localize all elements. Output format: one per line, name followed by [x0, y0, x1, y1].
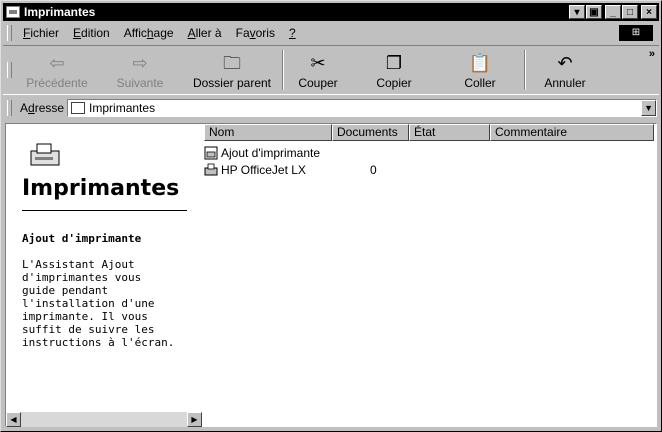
paste-button[interactable]: 📋 Coller	[436, 47, 524, 93]
printers-folder-icon	[71, 102, 86, 114]
toolbar-grip[interactable]	[7, 62, 12, 78]
pane-subtitle: Ajout d'imprimante	[22, 232, 142, 245]
toolbar: ⇦ Précédente ⇨ Suivante 🗀 Dossier parent…	[3, 45, 659, 95]
explorer-window: Imprimantes ▾ ▣ _ □ × Fichier Edition Af…	[0, 0, 662, 432]
toolbar-more-chevron[interactable]: »	[649, 48, 655, 60]
file-list: Nom Documents État Commentaire Ajout d'i…	[204, 124, 656, 426]
parent-folder-button[interactable]: 🗀 Dossier parent	[182, 47, 282, 93]
item-name: Ajout d'imprimante	[221, 146, 320, 160]
scroll-right-button[interactable]: ▶	[187, 412, 202, 427]
close-button[interactable]: ×	[641, 5, 657, 19]
parent-folder-label: Dossier parent	[192, 76, 272, 90]
list-item[interactable]: HP OfficeJet LX 0	[204, 162, 377, 178]
cut-button[interactable]: ✂ Couper	[284, 47, 352, 93]
address-dropdown-button[interactable]: ▼	[641, 100, 657, 116]
printer-icon	[30, 143, 60, 166]
parent-folder-icon: 🗀	[223, 53, 241, 73]
horizontal-scrollbar[interactable]: ◀ ▶	[6, 412, 202, 427]
forward-label: Suivante	[116, 76, 164, 90]
web-view-pane: Imprimantes Ajout d'imprimante L'Assista…	[6, 124, 202, 412]
maximize-button[interactable]: □	[622, 5, 638, 19]
clipboard-icon: 📋	[468, 53, 492, 73]
back-label: Précédente	[26, 76, 88, 90]
column-header-nom[interactable]: Nom	[204, 124, 332, 141]
list-item[interactable]: Ajout d'imprimante	[204, 145, 320, 161]
undo-icon: ↶	[557, 53, 573, 73]
back-button[interactable]: ⇦ Précédente	[16, 47, 98, 93]
column-header-etat[interactable]: État	[409, 124, 490, 141]
menu-help[interactable]: ?	[282, 26, 303, 40]
copy-button[interactable]: ❐ Copier	[352, 47, 436, 93]
forward-button[interactable]: ⇨ Suivante	[98, 47, 182, 93]
undo-button[interactable]: ↶ Annuler	[526, 47, 604, 93]
back-arrow-icon: ⇦	[49, 53, 65, 73]
copy-label: Copier	[376, 76, 412, 90]
menu-bar: Fichier Edition Affichage Aller à Favori…	[3, 23, 659, 43]
column-headers: Nom Documents État Commentaire	[204, 124, 654, 141]
scroll-left-button[interactable]: ◀	[6, 412, 21, 427]
address-bar: Adresse Imprimantes ▼	[3, 97, 659, 119]
window-title: Imprimantes	[24, 5, 96, 19]
paste-label: Coller	[464, 76, 496, 90]
add-printer-icon	[204, 146, 218, 160]
address-label: Adresse	[20, 101, 65, 115]
restore-icon-button[interactable]: ▣	[586, 5, 602, 19]
pane-description: L'Assistant Ajout d'imprimantes vous gui…	[22, 258, 175, 349]
windows-logo-icon: ⊞	[619, 25, 653, 41]
title-divider	[22, 210, 187, 211]
copy-icon: ❐	[385, 53, 403, 73]
menu-edition[interactable]: Edition	[66, 26, 117, 40]
content-area: Imprimantes Ajout d'imprimante L'Assista…	[5, 123, 657, 427]
addressbar-grip[interactable]	[7, 100, 12, 116]
pane-title: Imprimantes	[22, 176, 180, 201]
menu-favoris[interactable]: Favoris	[229, 26, 282, 40]
menu-affichage[interactable]: Affichage	[117, 26, 181, 40]
item-name: HP OfficeJet LX	[221, 163, 306, 177]
cut-label: Couper	[298, 76, 338, 90]
title-bar[interactable]: Imprimantes ▾ ▣ _ □ ×	[3, 3, 659, 21]
menu-aller-a[interactable]: Aller à	[181, 26, 229, 40]
printer-icon	[204, 163, 218, 176]
address-value: Imprimantes	[89, 101, 156, 115]
undo-label: Annuler	[544, 76, 586, 90]
column-header-documents[interactable]: Documents	[332, 124, 409, 141]
column-header-commentaire[interactable]: Commentaire	[490, 124, 654, 141]
folder-printer-icon	[6, 6, 20, 18]
minimize-button[interactable]: _	[605, 5, 621, 19]
menu-arrow-button[interactable]: ▾	[569, 5, 585, 19]
menu-fichier[interactable]: Fichier	[16, 26, 66, 40]
menubar-grip[interactable]	[7, 25, 12, 41]
item-documents: 0	[370, 163, 377, 177]
forward-arrow-icon: ⇨	[132, 53, 148, 73]
scissors-icon: ✂	[310, 53, 326, 73]
address-field[interactable]: Imprimantes ▼	[67, 99, 658, 117]
